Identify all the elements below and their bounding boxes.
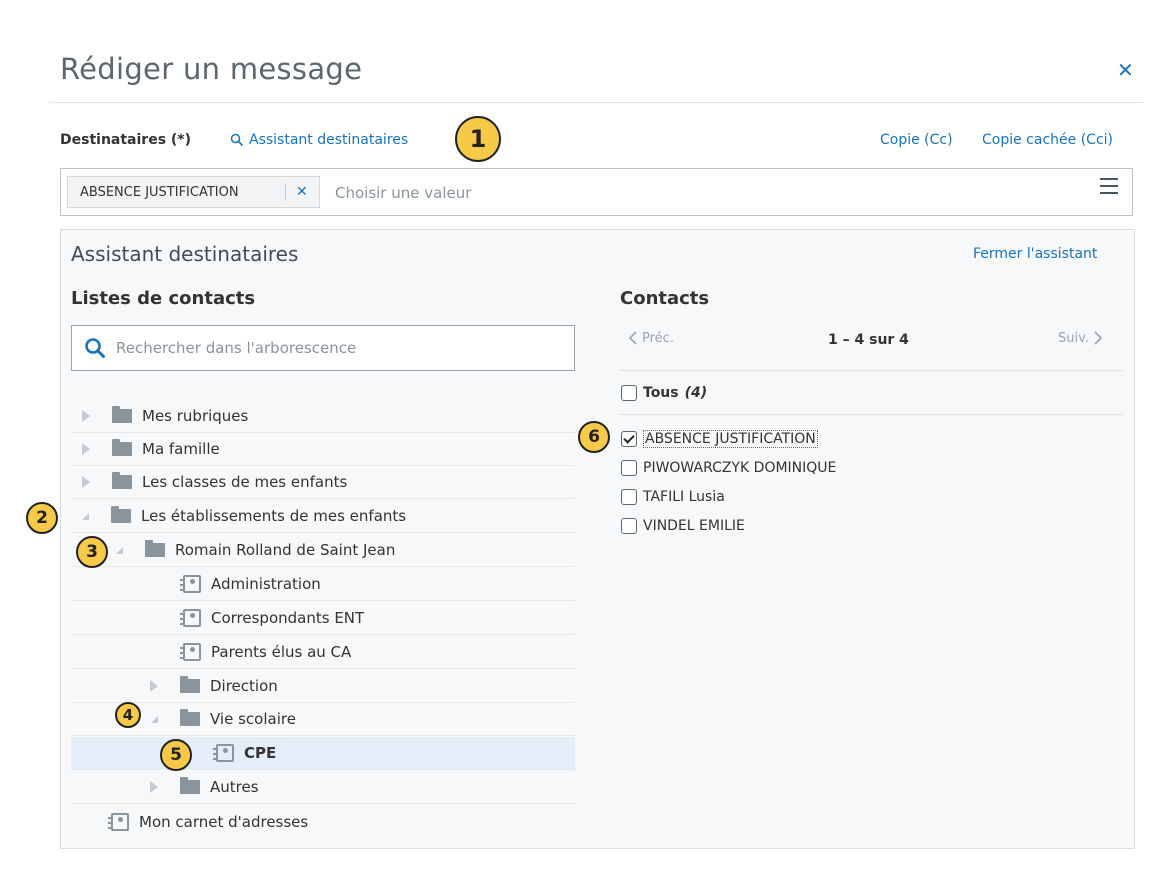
close-assistant-link[interactable]: Fermer l'assistant xyxy=(973,246,1097,262)
contact-checkbox[interactable] xyxy=(621,518,637,534)
recipient-chip-label: ABSENCE JUSTIFICATION xyxy=(80,184,239,200)
tree-item-label: Correspondants ENT xyxy=(211,609,365,627)
search-icon xyxy=(230,133,244,147)
contact-lists-title: Listes de contacts xyxy=(71,288,256,309)
tree-item-ma-famille[interactable]: Ma famille xyxy=(71,433,575,466)
tree-item-label: Romain Rolland de Saint Jean xyxy=(175,541,396,559)
contact-row[interactable]: VINDEL EMILIE xyxy=(621,518,745,534)
recipients-input[interactable]: Choisir une valeur xyxy=(335,184,471,202)
address-book-icon xyxy=(108,812,129,831)
expand-arrow-icon[interactable] xyxy=(82,410,90,422)
paging-status: 1 – 4 sur 4 xyxy=(828,332,909,348)
contact-row[interactable]: PIWOWARCZYK DOMINIQUE xyxy=(621,460,836,476)
tree-item-cpe[interactable]: CPE xyxy=(71,737,575,770)
dialog-title: Rédiger un message xyxy=(60,52,363,86)
tree-item-label: Les établissements de mes enfants xyxy=(141,507,407,525)
contact-name: ABSENCE JUSTIFICATION xyxy=(643,430,818,448)
recipients-label: Destinataires (*) xyxy=(60,132,192,148)
recipient-chip: ABSENCE JUSTIFICATION ✕ xyxy=(67,176,320,208)
tree-item-vie-scolaire[interactable]: Vie scolaire xyxy=(71,703,575,736)
address-book-icon xyxy=(180,609,201,627)
contact-checkbox[interactable] xyxy=(621,431,637,447)
contacts-divider xyxy=(620,414,1123,415)
assistant-link[interactable]: Assistant destinataires xyxy=(230,132,408,148)
chevron-left-icon xyxy=(628,331,637,345)
tree-item-direction[interactable]: Direction xyxy=(71,670,575,703)
contact-name: VINDEL EMILIE xyxy=(643,518,745,534)
tree-item-mes-rubriques[interactable]: Mes rubriques xyxy=(71,400,575,433)
tree-item-label: Mon carnet d'adresses xyxy=(139,812,309,831)
folder-icon xyxy=(180,676,200,693)
contact-checkbox[interactable] xyxy=(621,489,637,505)
tree-item-label: CPE xyxy=(244,744,277,762)
header-divider xyxy=(50,102,1143,103)
folder-icon xyxy=(111,506,131,523)
folder-icon xyxy=(112,406,132,423)
select-all-checkbox[interactable] xyxy=(621,385,637,401)
address-book-icon xyxy=(213,744,234,762)
contacts-title: Contacts xyxy=(620,288,710,309)
tree-item-label: Administration xyxy=(211,575,321,593)
expand-arrow-icon[interactable] xyxy=(82,443,90,455)
remove-recipient-icon[interactable]: ✕ xyxy=(286,184,308,200)
assistant-title: Assistant destinataires xyxy=(71,242,299,266)
hamburger-menu-icon[interactable] xyxy=(1100,178,1118,194)
search-icon xyxy=(85,338,105,358)
folder-icon xyxy=(180,709,200,726)
tree-item-parents-elus[interactable]: Parents élus au CA xyxy=(71,636,575,669)
next-page-button[interactable]: Suiv. xyxy=(1058,330,1103,346)
tree-item-etablissements[interactable]: Les établissements de mes enfants xyxy=(71,500,575,533)
tree-item-label: Les classes de mes enfants xyxy=(142,473,348,491)
tree-item-label: Vie scolaire xyxy=(210,710,296,728)
folder-icon xyxy=(180,777,200,794)
select-all-row[interactable]: Tous (4) xyxy=(621,385,707,401)
previous-page-label: Préc. xyxy=(642,330,674,346)
collapse-arrow-icon[interactable] xyxy=(151,715,158,723)
chevron-right-icon xyxy=(1094,331,1103,345)
select-all-label: Tous xyxy=(643,385,679,401)
tree-item-label: Autres xyxy=(210,778,259,796)
tree-search-placeholder: Rechercher dans l'arborescence xyxy=(116,339,357,357)
folder-icon xyxy=(145,540,165,557)
annotation-badge: 2 xyxy=(26,502,58,534)
expand-arrow-icon[interactable] xyxy=(150,781,158,793)
tree-item-classes[interactable]: Les classes de mes enfants xyxy=(71,466,575,499)
contacts-divider xyxy=(620,370,1123,371)
select-all-count: (4) xyxy=(684,385,708,401)
tree-item-label: Direction xyxy=(210,677,278,695)
tree-item-label: Parents élus au CA xyxy=(211,643,352,661)
contact-name: PIWOWARCZYK DOMINIQUE xyxy=(643,460,837,476)
tree-item-correspondants-ent[interactable]: Correspondants ENT xyxy=(71,602,575,635)
collapse-arrow-icon[interactable] xyxy=(82,512,89,520)
bcc-link[interactable]: Copie cachée (Cci) xyxy=(982,132,1113,148)
annotation-badge: 6 xyxy=(578,421,610,453)
address-book-icon xyxy=(180,575,201,593)
annotation-badge: 4 xyxy=(115,702,141,728)
next-page-label: Suiv. xyxy=(1058,330,1089,346)
collapse-arrow-icon[interactable] xyxy=(116,546,123,554)
annotation-badge: 3 xyxy=(76,536,108,568)
tree-item-romain-rolland[interactable]: Romain Rolland de Saint Jean xyxy=(71,534,575,567)
previous-page-button[interactable]: Préc. xyxy=(628,330,674,346)
cc-link[interactable]: Copie (Cc) xyxy=(880,132,953,148)
annotation-badge: 1 xyxy=(455,116,501,162)
tree-item-label: Ma famille xyxy=(142,440,220,458)
folder-icon xyxy=(112,439,132,456)
contact-row[interactable]: ABSENCE JUSTIFICATION xyxy=(621,430,818,448)
contact-row[interactable]: TAFILI Lusia xyxy=(621,489,725,505)
tree-search-input[interactable]: Rechercher dans l'arborescence xyxy=(71,325,575,371)
close-icon[interactable]: ✕ xyxy=(1117,58,1134,82)
expand-arrow-icon[interactable] xyxy=(82,476,90,488)
annotation-badge: 5 xyxy=(160,739,192,771)
address-book-icon xyxy=(180,643,201,661)
tree-item-autres[interactable]: Autres xyxy=(71,771,575,804)
tree-item-label: Mes rubriques xyxy=(142,407,249,425)
expand-arrow-icon[interactable] xyxy=(150,680,158,692)
tree-item-administration[interactable]: Administration xyxy=(71,568,575,601)
assistant-link-label: Assistant destinataires xyxy=(249,132,409,148)
contact-name: TAFILI Lusia xyxy=(643,489,725,505)
folder-icon xyxy=(112,472,132,489)
contact-checkbox[interactable] xyxy=(621,460,637,476)
tree-item-carnet-adresses[interactable]: Mon carnet d'adresses xyxy=(71,805,575,838)
